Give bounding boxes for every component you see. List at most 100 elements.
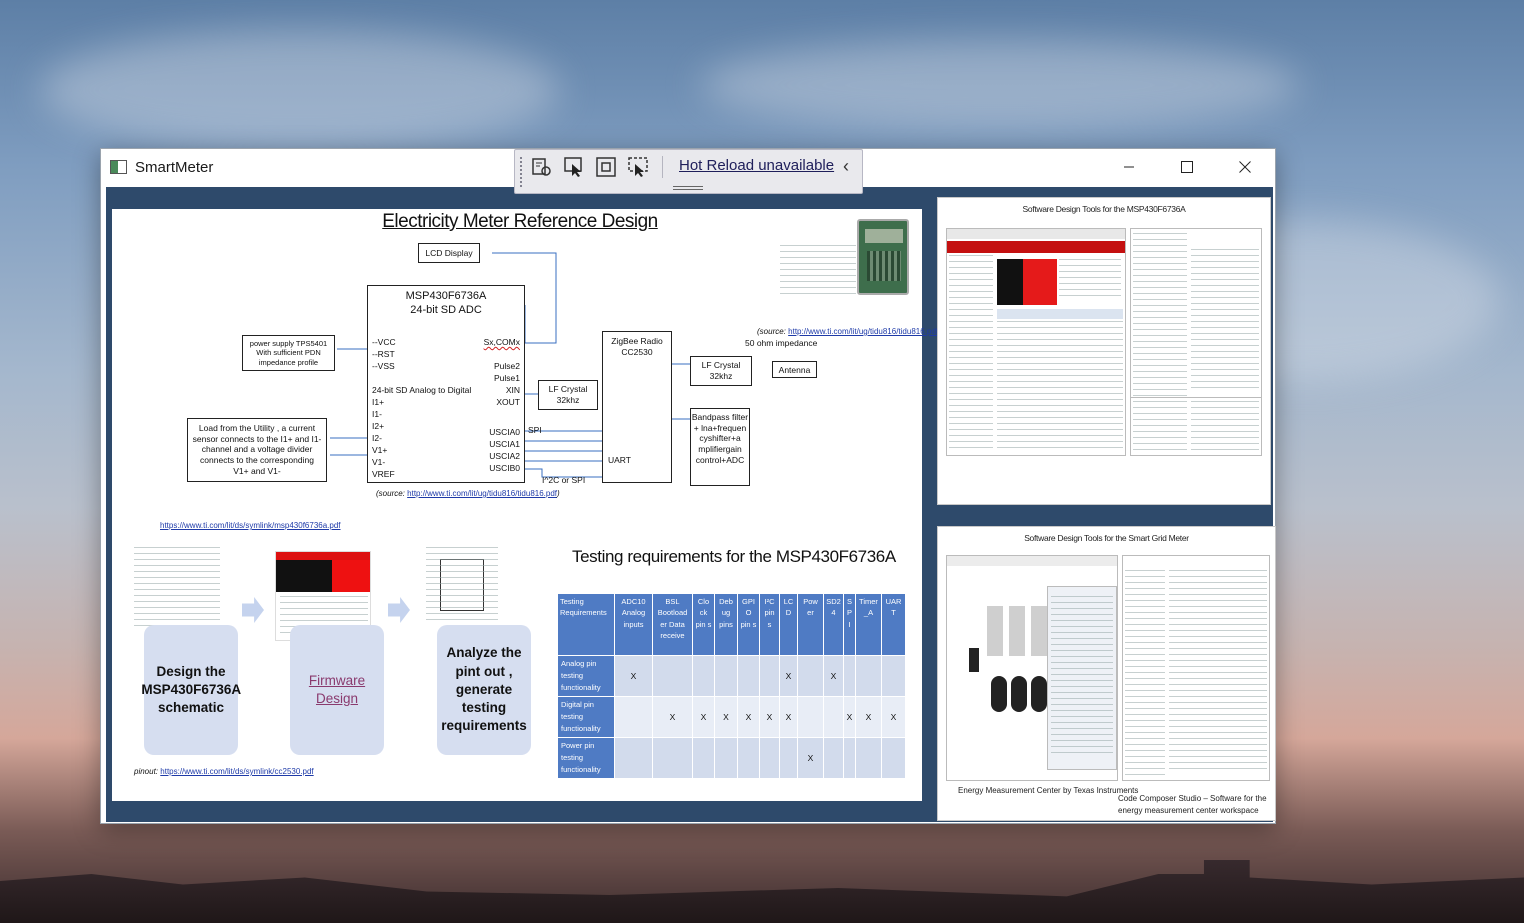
pinout-link[interactable]: https://www.ti.com/lit/ds/symlink/cc2530… — [160, 767, 313, 776]
testing-title: Testing requirements for the MSP430F6736… — [572, 547, 896, 566]
impedance-label: 50 ohm impedance — [745, 338, 818, 348]
bandpass-filter-box: Bandpass filter + lna+frequen cyshifter+… — [690, 408, 750, 486]
table-header: GPI O pin s — [737, 593, 760, 656]
city-skyline — [0, 860, 1524, 923]
load-utility-box: Load from the Utility , a current sensor… — [187, 418, 327, 482]
pin-label: VREF — [372, 469, 395, 479]
drag-grip-icon[interactable] — [519, 156, 523, 188]
table-cell — [652, 655, 693, 697]
testing-requirements-table: Testing Requirements ADC10 Analog inputs… — [557, 593, 906, 779]
caption-left: Energy Measurement Center by Texas Instr… — [958, 786, 1139, 795]
hot-reload-status-link[interactable]: Hot Reload unavailable — [679, 157, 834, 174]
pin-label: Sx,COMx — [483, 337, 520, 347]
table-cell: X — [881, 696, 906, 738]
pin-label: 24-bit SD Analog to Digital — [372, 385, 472, 395]
source-label: (source: — [757, 327, 786, 336]
table-cell: X — [855, 696, 882, 738]
table-cell: X — [779, 655, 798, 697]
table-header: UAR T — [881, 593, 906, 656]
table-cell — [797, 655, 824, 697]
toolbar-separator — [662, 156, 663, 178]
mcu-name: MSP430F6736A — [405, 290, 487, 302]
meter-schematic-thumbnail — [780, 245, 856, 295]
pin-label: --RST — [372, 349, 395, 359]
close-button[interactable] — [1216, 149, 1274, 185]
mcu-right-pins: Sx,COMx Pulse2 Pulse1 XIN XOUT USCIA0 US… — [484, 336, 520, 474]
table-header: I²C pin s — [759, 593, 780, 656]
sky-cloud — [700, 40, 1300, 130]
reference-design-slide: Electricity Meter Reference Design LCD D… — [112, 209, 941, 801]
sky-cloud — [40, 30, 560, 150]
meter-board-photo — [857, 219, 909, 295]
spi-label: SPI — [528, 425, 542, 435]
table-cell: X — [759, 696, 780, 738]
table-cell: X — [823, 655, 844, 697]
minimize-button[interactable] — [1100, 149, 1158, 185]
table-cell — [614, 737, 653, 779]
toolbar-handle[interactable] — [673, 186, 703, 190]
pin-label: --VSS — [372, 361, 395, 371]
flow-arrow-icon — [242, 597, 264, 623]
flow-step-schematic: Design the MSP430F6736A schematic — [141, 625, 241, 755]
pin-label: I2+ — [372, 421, 385, 431]
source-caption-top: (source: http://www.ti.com/lit/ug/tidu81… — [757, 327, 941, 336]
table-cell — [692, 655, 715, 697]
table-cell — [692, 737, 715, 779]
app-icon — [110, 160, 127, 174]
display-layout-adorners-icon[interactable] — [594, 155, 618, 179]
pinout-label: pinout: — [134, 767, 159, 776]
source-url-link[interactable]: http://www.ti.com/lit/ug/tidu816/tidu816… — [788, 327, 938, 336]
flow-step-firmware-link[interactable]: Firmware Design — [290, 625, 384, 755]
pin-label: I2- — [372, 433, 382, 443]
software-tools-msp-panel: Software Design Tools for the MSP430F673… — [937, 197, 1271, 505]
window-title: SmartMeter — [135, 159, 214, 176]
panel-title: Software Design Tools for the MSP430F673… — [1022, 204, 1186, 214]
table-cell — [843, 655, 856, 697]
maximize-button[interactable] — [1158, 149, 1216, 185]
pin-label: I1- — [372, 409, 382, 419]
track-focused-element-icon[interactable] — [626, 155, 650, 179]
select-element-icon[interactable] — [562, 155, 586, 179]
software-tools-grid-panel: Software Design Tools for the Smart Grid… — [937, 526, 1276, 821]
flow-step-analyze: Analyze the pint out , generate testing … — [437, 625, 531, 755]
table-row-label: Analog pin testing functionality — [557, 655, 615, 697]
smartmeter-window: SmartMeter Electricity Meter Reference D… — [100, 148, 1276, 824]
table-cell: X — [692, 696, 715, 738]
power-supply-box: power supply TPS5401 With sufficient PDN… — [242, 335, 335, 371]
pinout-caption: pinout: https://www.ti.com/lit/ds/symlin… — [134, 767, 314, 776]
table-cell — [652, 737, 693, 779]
minimize-icon — [1124, 166, 1134, 168]
source-url-link[interactable]: http://www.ti.com/lit/ug/tidu816/tidu816… — [407, 489, 557, 498]
table-row-label: Digital pin testing functionality — [557, 696, 615, 738]
table-cell: X — [797, 737, 824, 779]
pin-label: Pulse2 — [494, 361, 520, 371]
pinout-thumbnail — [422, 543, 502, 631]
code-editor-screenshot — [1130, 228, 1262, 456]
table-cell — [614, 696, 653, 738]
source-caption-bottom: (source: http://www.ti.com/lit/ug/tidu81… — [376, 489, 560, 498]
lf-crystal-radio-box: LF Crystal 32khz — [690, 356, 752, 386]
table-cell: X — [779, 696, 798, 738]
maximize-icon — [1181, 161, 1193, 173]
table-row-label: Power pin testing functionality — [557, 737, 615, 779]
table-header: BSL Bootload er Data receive — [652, 593, 693, 656]
pin-label: USCIA2 — [489, 451, 520, 461]
table-header: S P I — [843, 593, 856, 656]
flow-arrow-icon — [388, 597, 410, 623]
pin-label: XIN — [505, 385, 520, 395]
table-cell — [823, 737, 844, 779]
source-close: ) — [557, 489, 560, 498]
table-cell — [779, 737, 798, 779]
table-cell: X — [737, 696, 760, 738]
i2c-label: I^2C or SPI — [542, 475, 586, 485]
mcu-left-pins: --VCC --RST --VSS 24-bit SD Analog to Di… — [372, 336, 471, 480]
live-visual-tree-icon[interactable] — [530, 155, 554, 179]
pin-label: V1- — [372, 457, 386, 467]
collapse-chevron-icon[interactable]: ‹ — [843, 156, 849, 177]
lcd-display-box: LCD Display — [418, 243, 480, 263]
table-cell — [759, 655, 780, 697]
mcu-subtitle: 24-bit SD ADC — [410, 303, 482, 316]
datasheet-link[interactable]: https://www.ti.com/lit/ds/symlink/msp430… — [160, 521, 341, 530]
table-cell — [855, 655, 882, 697]
table-header: Clo ck pin s — [692, 593, 715, 656]
